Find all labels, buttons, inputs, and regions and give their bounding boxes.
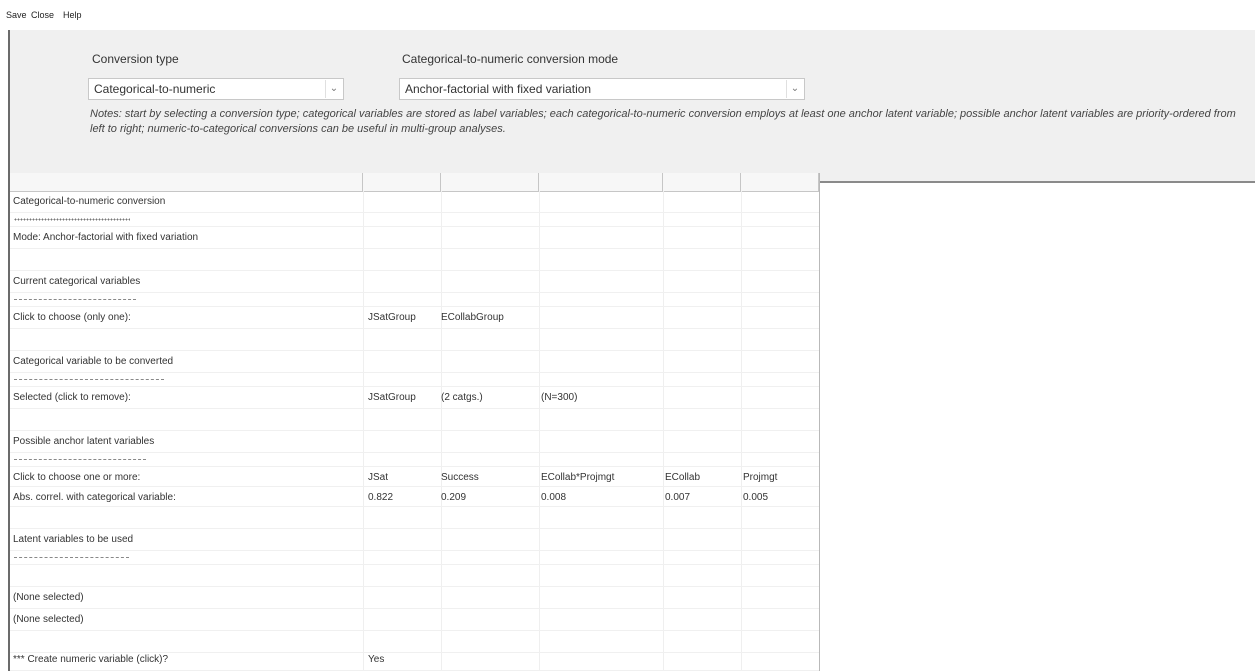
abs-correl-label: Abs. correl. with categorical variable: [13,492,176,503]
anchor-var-option[interactable]: JSat [368,467,442,489]
table-row [10,551,819,565]
table-row: *** Create numeric variable (click)? Yes [10,649,819,671]
none-selected-2: (None selected) [13,614,84,625]
grid-header [10,173,819,192]
menu-bar: Save Close Help [0,0,1255,30]
table-row: Current categorical variables [10,271,819,293]
selected-var[interactable]: JSatGroup [368,387,442,409]
table-row [10,293,819,307]
current-vars-header: Current categorical variables [13,276,141,287]
grid-header-cell [539,173,663,191]
table-row [10,453,819,467]
table-row: Possible anchor latent variables [10,431,819,453]
chevron-down-icon[interactable]: ⌄ [325,80,342,98]
section-underline [14,557,129,559]
conversion-type-value: Categorical-to-numeric [94,82,216,96]
create-numeric-label: *** Create numeric variable (click)? [13,654,169,665]
table-row [10,213,819,227]
choose-more-label: Click to choose one or more: [13,472,141,483]
abs-correl-value: 0.822 [368,492,394,503]
anchor-var-option[interactable]: Projmgt [743,467,819,489]
section-underline [14,299,136,301]
table-row: Mode: Anchor-factorial with fixed variat… [10,227,819,249]
notes-text: Notes: start by selecting a conversion t… [90,108,1236,135]
conversion-mode-label: Categorical-to-numeric conversion mode [402,52,619,66]
abs-correl-value: 0.209 [441,492,467,503]
anchor-var-option[interactable]: ECollab*Projmgt [541,467,661,489]
table-row: (None selected) [10,587,819,609]
table-row: Abs. correl. with categorical variable: … [10,487,819,507]
conversion-grid: Categorical-to-numeric conversion Mode: … [10,173,820,671]
current-var-option[interactable]: JSatGroup [368,307,442,329]
table-row: Categorical-to-numeric conversion [10,191,819,213]
conversion-type-label: Conversion type [92,52,179,66]
conversion-type-select[interactable]: Categorical-to-numeric ⌄ [88,78,344,100]
table-row [10,409,819,431]
mode-text: Mode: Anchor-factorial with fixed variat… [13,232,199,243]
table-row: (None selected) [10,609,819,631]
table-row [10,373,819,387]
none-selected-1: (None selected) [13,592,84,603]
click-choose-label: Click to choose (only one): [13,312,131,323]
abs-correl-value: 0.008 [541,492,567,503]
grid-header-cell [741,173,819,191]
table-row [10,507,819,529]
current-var-option[interactable]: ECollabGroup [441,307,537,329]
selected-n: (N=300) [541,392,578,403]
table-row [10,565,819,587]
selected-label: Selected (click to remove): [13,392,131,403]
abs-correl-value: 0.005 [743,492,769,503]
anchor-header: Possible anchor latent variables [13,436,155,447]
grid-header-cell [10,173,363,191]
table-row: Click to choose one or more: JSat Succes… [10,467,819,487]
grid-header-cell [663,173,741,191]
abs-correl-value: 0.007 [665,492,691,503]
options-panel: Conversion type Categorical-to-numeric c… [10,30,1255,183]
menu-save[interactable]: Save [6,10,27,20]
menu-close[interactable]: Close [31,10,54,20]
table-row: Click to choose (only one): JSatGroup EC… [10,307,819,329]
table-row [10,329,819,351]
selected-catgs: (2 catgs.) [441,392,483,403]
anchor-var-option[interactable]: ECollab [665,467,741,489]
grid-header-cell [363,173,441,191]
to-convert-header: Categorical variable to be converted [13,356,174,367]
table-row: Categorical variable to be converted [10,351,819,373]
table-row: Selected (click to remove): JSatGroup (2… [10,387,819,409]
grid-title: Categorical-to-numeric conversion [13,196,166,207]
chevron-down-icon[interactable]: ⌄ [786,80,803,98]
conversion-mode-select[interactable]: Anchor-factorial with fixed variation ⌄ [399,78,805,100]
section-underline [14,379,164,381]
anchor-var-option[interactable]: Success [441,467,537,489]
latent-header: Latent variables to be used [13,534,134,545]
table-row [10,249,819,271]
create-numeric-yes[interactable]: Yes [368,649,442,671]
conversion-mode-value: Anchor-factorial with fixed variation [405,82,592,96]
menu-help[interactable]: Help [63,10,82,20]
grid-header-cell [441,173,539,191]
section-underline [14,459,146,461]
table-row: Latent variables to be used [10,529,819,551]
title-underline [14,218,130,221]
